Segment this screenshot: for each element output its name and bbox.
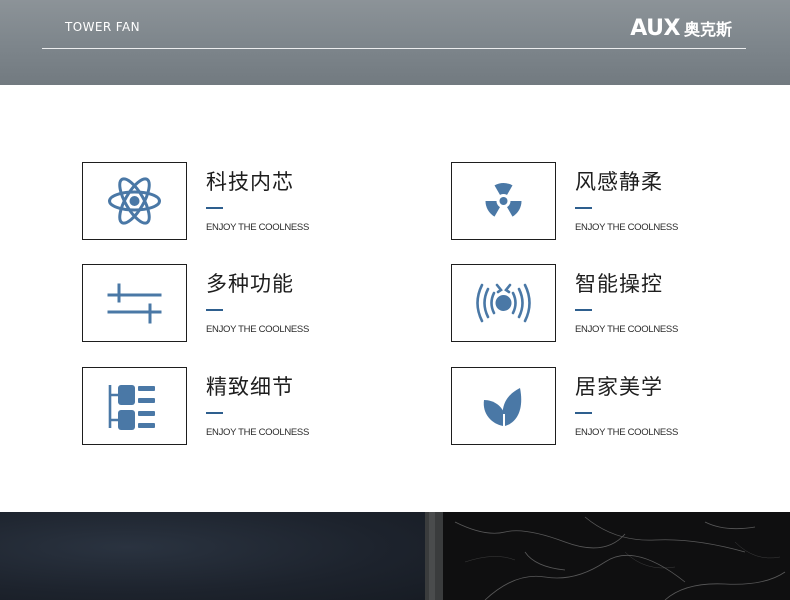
fan-blade-icon xyxy=(485,182,522,217)
feature-accent-dash xyxy=(575,207,592,209)
feature-subtitle: ENJOY THE COOLNESS xyxy=(575,324,679,335)
brand-logo: AUX 奥克斯 xyxy=(630,15,732,41)
feature-item-tech-core: 科技内芯 ENJOY THE COOLNESS xyxy=(82,162,382,242)
product-category-title: TOWER FAN xyxy=(65,20,140,34)
feature-icon-frame xyxy=(82,367,187,445)
atom-icon xyxy=(108,177,161,225)
feature-subtitle: ENJOY THE COOLNESS xyxy=(206,324,310,335)
feature-subtitle: ENJOY THE COOLNESS xyxy=(575,427,679,438)
feature-icon-frame xyxy=(451,162,556,240)
feature-item-home-aesthetics: 居家美学 ENJOY THE COOLNESS xyxy=(451,367,751,447)
feature-accent-dash xyxy=(575,412,592,414)
feature-item-multi-function: 多种功能 ENJOY THE COOLNESS xyxy=(82,264,382,344)
feature-subtitle: ENJOY THE COOLNESS xyxy=(206,427,310,438)
feature-subtitle: ENJOY THE COOLNESS xyxy=(206,222,310,233)
feature-icon-frame xyxy=(451,367,556,445)
feature-accent-dash xyxy=(206,309,223,311)
feature-icon-frame xyxy=(451,264,556,342)
feature-item-soft-wind: 风感静柔 ENJOY THE COOLNESS xyxy=(451,162,751,242)
brand-logo-latin: AUX xyxy=(630,15,680,41)
feature-title: 多种功能 xyxy=(206,272,294,296)
feature-item-fine-detail: 精致细节 ENJOY THE COOLNESS xyxy=(82,367,382,447)
feature-accent-dash xyxy=(206,412,223,414)
page-header: TOWER FAN AUX 奥克斯 xyxy=(0,0,790,85)
feature-accent-dash xyxy=(206,207,223,209)
feature-title: 居家美学 xyxy=(575,375,663,399)
hierarchy-icon xyxy=(108,385,155,430)
feature-item-smart-control: 智能操控 ENJOY THE COOLNESS xyxy=(451,264,751,344)
feature-title: 智能操控 xyxy=(575,272,663,296)
feature-icon-frame xyxy=(82,162,187,240)
header-divider xyxy=(42,48,746,49)
brand-logo-cjk: 奥克斯 xyxy=(683,20,732,39)
feature-subtitle: ENJOY THE COOLNESS xyxy=(575,222,679,233)
leaf-icon xyxy=(483,388,522,428)
feature-accent-dash xyxy=(575,309,592,311)
feature-title: 精致细节 xyxy=(206,375,294,399)
marble-veins xyxy=(425,512,786,600)
remote-signal-icon xyxy=(476,283,531,323)
dark-product-panel xyxy=(0,512,425,600)
feature-icon-frame xyxy=(82,264,187,342)
sliders-icon xyxy=(107,283,162,324)
feature-title: 风感静柔 xyxy=(575,170,663,194)
feature-title: 科技内芯 xyxy=(206,170,294,194)
marble-texture-panel xyxy=(425,512,790,600)
